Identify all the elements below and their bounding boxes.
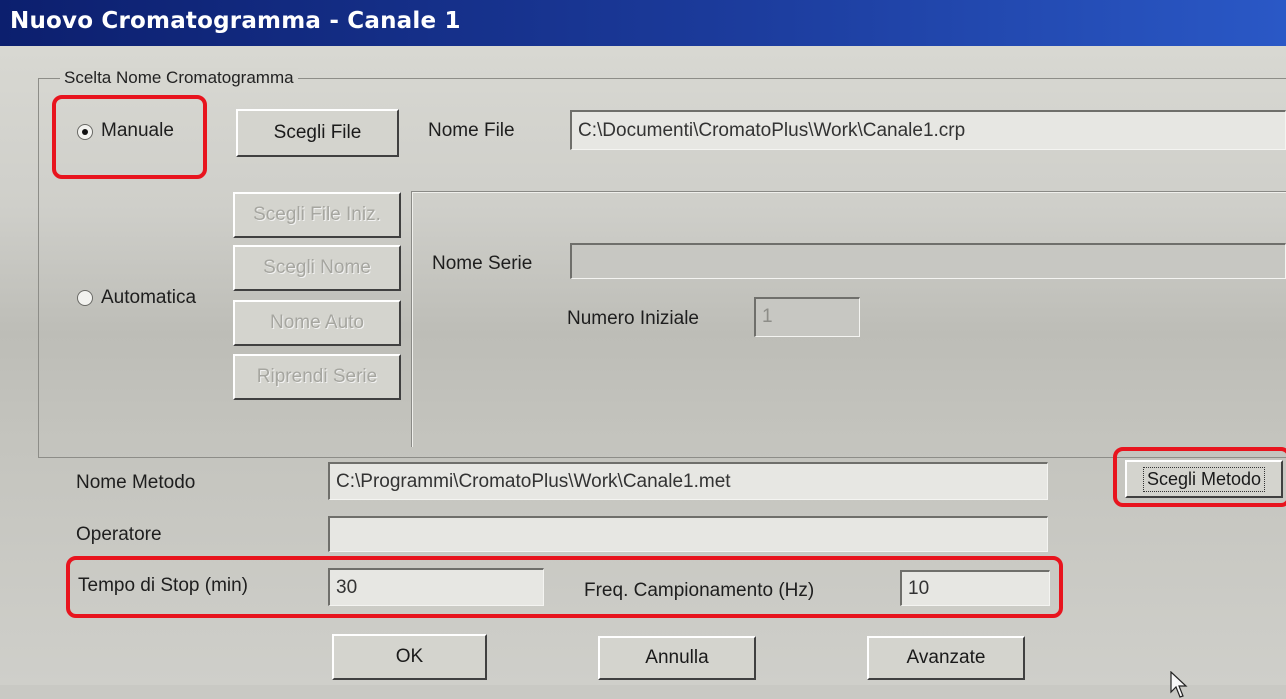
choose-name-button[interactable]: Scegli Nome	[233, 245, 401, 291]
choose-method-button-label: Scegli Metodo	[1142, 466, 1266, 492]
stop-time-field[interactable]: 30	[328, 568, 544, 606]
resume-series-button[interactable]: Riprendi Serie	[233, 354, 401, 400]
method-name-field[interactable]: C:\Programmi\CromatoPlus\Work\Canale1.me…	[328, 462, 1048, 500]
cancel-button[interactable]: Annulla	[598, 636, 756, 680]
choose-initial-file-button[interactable]: Scegli File Iniz.	[233, 192, 401, 238]
radio-selected-dot	[82, 129, 88, 135]
series-name-label: Nome Serie	[432, 253, 533, 274]
choose-method-button[interactable]: Scegli Metodo	[1125, 460, 1283, 498]
automatic-radio[interactable]	[77, 290, 93, 306]
sampling-freq-field[interactable]: 10	[900, 570, 1050, 606]
initial-number-label: Numero Iniziale	[567, 308, 699, 329]
manual-radio[interactable]	[77, 124, 93, 140]
operator-label: Operatore	[76, 524, 162, 545]
window-title: Nuovo Cromatogramma - Canale 1	[10, 8, 461, 34]
file-name-label: Nome File	[428, 120, 515, 141]
ok-button[interactable]: OK	[332, 634, 487, 680]
operator-field[interactable]	[328, 516, 1048, 552]
stop-time-label: Tempo di Stop (min)	[78, 575, 249, 596]
choose-file-button[interactable]: Scegli File	[236, 109, 399, 157]
advanced-button[interactable]: Avanzate	[867, 636, 1025, 680]
dialog-body: Scelta Nome Cromatogramma Manuale Scegli…	[0, 46, 1286, 698]
auto-name-button[interactable]: Nome Auto	[233, 300, 401, 346]
automatic-radio-label[interactable]: Automatica	[101, 287, 196, 309]
name-group-label: Scelta Nome Cromatogramma	[60, 68, 298, 88]
method-name-label: Nome Metodo	[76, 472, 196, 493]
title-bar: Nuovo Cromatogramma - Canale 1	[0, 0, 1286, 46]
arrow-cursor-icon	[1170, 671, 1188, 698]
manual-radio-label[interactable]: Manuale	[101, 120, 174, 142]
series-name-field[interactable]	[570, 243, 1286, 279]
initial-number-field[interactable]: 1	[754, 297, 860, 337]
file-name-field[interactable]: C:\Documenti\CromatoPlus\Work\Canale1.cr…	[570, 110, 1286, 150]
sampling-freq-label: Freq. Campionamento (Hz)	[584, 580, 815, 601]
